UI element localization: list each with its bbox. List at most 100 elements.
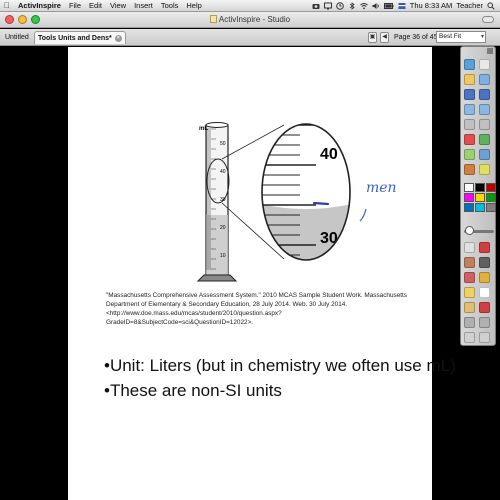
color-swatch[interactable] [464, 183, 474, 192]
property-browser-icon[interactable] [479, 149, 490, 160]
ink-arrow-stroke [359, 208, 367, 222]
color-swatch[interactable] [475, 193, 485, 202]
pen-width-slider[interactable] [465, 226, 474, 235]
tab-label: Tools Units and Dens* [38, 34, 112, 42]
connector-icon[interactable] [479, 257, 490, 268]
next-page-icon[interactable] [479, 89, 490, 100]
page-sorter-button[interactable]: ▣ [368, 32, 377, 43]
window-title-wrap: ActivInspire - Studio [0, 15, 500, 24]
screen:  ActivInspire File Edit View Insert Too… [0, 0, 500, 500]
previous-page-button[interactable]: ◀ [380, 32, 389, 43]
menu-tools[interactable]: Tools [157, 1, 183, 10]
window-title: ActivInspire - Studio [218, 15, 291, 24]
display-icon[interactable] [323, 2, 332, 10]
volume-icon[interactable] [372, 2, 380, 10]
menu-edit[interactable]: Edit [85, 1, 106, 10]
cylinder-unit-label: mL [199, 126, 208, 132]
camera-icon[interactable] [312, 2, 320, 10]
menu-view[interactable]: View [106, 1, 130, 10]
document-icon [209, 15, 217, 23]
wifi-icon[interactable] [359, 2, 368, 10]
battery-icon[interactable] [383, 2, 394, 10]
main-menu-icon[interactable] [464, 59, 475, 70]
desktop-annotate-icon[interactable] [479, 119, 490, 130]
pen-icon[interactable] [464, 164, 475, 175]
main-toolbox [460, 46, 496, 346]
tab-label: Untitled [5, 34, 29, 41]
color-swatch[interactable] [486, 193, 496, 202]
apple-menu-icon[interactable]:  [0, 1, 14, 10]
tab-close-icon[interactable]: × [114, 34, 122, 42]
color-swatch[interactable] [475, 183, 485, 192]
magnified-view: 40 30 [262, 124, 350, 260]
browser-icon[interactable] [464, 74, 475, 85]
toolbar-toggle-button[interactable] [482, 16, 494, 23]
select-icon[interactable] [464, 119, 475, 130]
toolbox-collapse-icon[interactable] [486, 48, 494, 54]
tab-untitled[interactable]: Untitled [2, 31, 32, 44]
spotlight-search-icon[interactable] [487, 1, 495, 10]
chevron-down-icon: ▾ [480, 34, 484, 40]
tool-slot-a-icon[interactable] [464, 317, 475, 328]
window-title-bar: ActivInspire - Studio [0, 12, 500, 28]
scale-number: 50 [220, 141, 226, 147]
clear-icon[interactable] [464, 302, 475, 313]
previous-page-icon[interactable] [464, 89, 475, 100]
cylinder-rim [205, 122, 229, 128]
delete-icon[interactable] [479, 302, 490, 313]
magnified-label-top: 40 [320, 146, 338, 163]
color-swatch[interactable] [464, 193, 474, 202]
app-menu[interactable]: ActivInspire [14, 1, 65, 10]
flag-icon[interactable] [398, 2, 406, 10]
color-swatch[interactable] [464, 203, 474, 212]
color-swatch[interactable] [486, 203, 496, 212]
handwritten-annotation: meniscus [366, 180, 396, 196]
text-tool-icon[interactable] [464, 287, 475, 298]
magnified-label-bottom: 30 [320, 230, 338, 247]
citation-text: "Massachusetts Comprehensive Assessment … [106, 292, 407, 326]
scale-number: 20 [220, 225, 226, 231]
color-palette [464, 183, 496, 212]
graduated-cylinder-illustration: mL 50 40 30 20 10 40 30 men [196, 122, 396, 282]
magic-ink-icon[interactable] [479, 272, 490, 283]
menu-help[interactable]: Help [182, 1, 205, 10]
bullet-item: •Unit: Liters (but in chemistry we often… [104, 356, 456, 375]
text-icon[interactable] [479, 287, 490, 298]
undo-icon[interactable] [464, 104, 475, 115]
dual-user-icon[interactable] [479, 59, 490, 70]
zoom-dropdown-value: Best Fit [439, 33, 462, 40]
scale-number: 40 [220, 169, 226, 175]
cylinder-base [196, 274, 238, 282]
scale-number: 10 [220, 253, 226, 259]
bullet-item: •These are non-SI units [104, 381, 282, 400]
menubar-clock[interactable]: Thu 8:33 AM [410, 1, 453, 10]
mac-menu-bar:  ActivInspire File Edit View Insert Too… [0, 0, 500, 12]
bluetooth-icon[interactable] [348, 1, 356, 10]
menu-insert[interactable]: Insert [130, 1, 157, 10]
shape-icon[interactable] [479, 242, 490, 253]
fill-icon[interactable] [464, 272, 475, 283]
tab-tools-units[interactable]: Tools Units and Dens* × [34, 31, 126, 44]
color-swatch[interactable] [475, 203, 485, 212]
tool-slot-d-icon[interactable] [479, 332, 490, 343]
marker-icon[interactable] [464, 257, 475, 268]
time-machine-icon[interactable] [335, 1, 344, 10]
bullet-list: •Unit: Liters (but in chemistry we often… [104, 353, 456, 403]
page-indicator: Page 36 of 45 [394, 34, 438, 41]
tool-slot-b-icon[interactable] [479, 317, 490, 328]
desktop-tools-icon[interactable] [464, 134, 475, 145]
flipchart-page[interactable]: mL 50 40 30 20 10 40 30 men "Massachuset… [68, 47, 456, 500]
status-area: Thu 8:33 AM Teacher [312, 1, 500, 10]
document-tab-bar: Untitled Tools Units and Dens* × ▣ ◀ Pag… [0, 29, 500, 46]
tool-slot-c-icon[interactable] [464, 332, 475, 343]
menu-file[interactable]: File [65, 1, 85, 10]
zoom-dropdown[interactable]: Best Fit ▾ [436, 31, 486, 43]
page-browser-icon[interactable] [464, 149, 475, 160]
resource-browser-icon[interactable] [479, 134, 490, 145]
menubar-user[interactable]: Teacher [456, 1, 483, 10]
highlighter-icon[interactable] [479, 164, 490, 175]
eraser-icon[interactable] [464, 242, 475, 253]
redo-icon[interactable] [479, 104, 490, 115]
color-swatch[interactable] [486, 183, 496, 192]
reset-page-icon[interactable] [479, 74, 490, 85]
